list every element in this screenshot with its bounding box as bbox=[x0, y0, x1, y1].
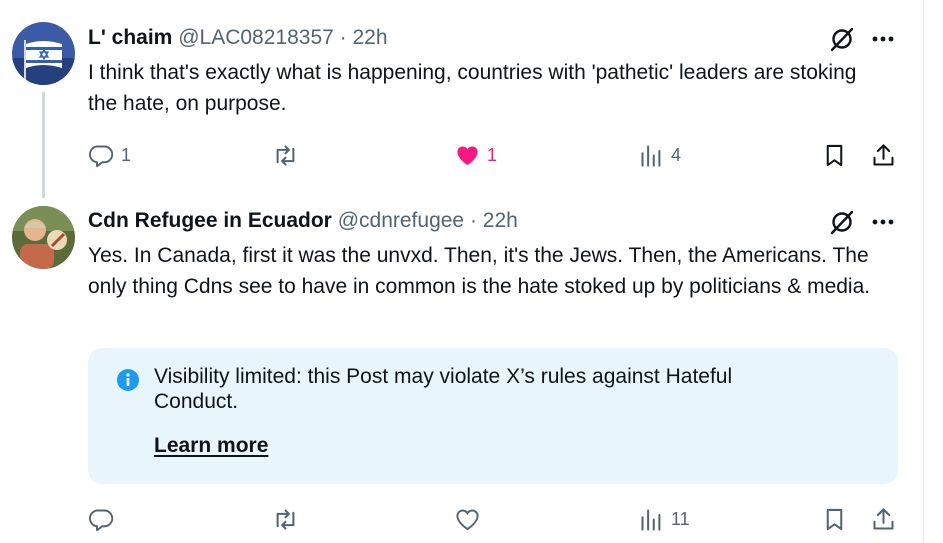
post-text: I think that's exactly what is happening… bbox=[88, 61, 857, 115]
repost-button[interactable] bbox=[272, 139, 305, 171]
notice-text: Visibility limited: this Post may violat… bbox=[154, 365, 733, 413]
display-name[interactable]: L' chaim bbox=[88, 26, 172, 49]
info-icon bbox=[117, 369, 139, 391]
share-icon bbox=[873, 507, 894, 530]
timestamp[interactable]: 22h bbox=[483, 209, 518, 232]
bookmark-button[interactable] bbox=[821, 139, 848, 171]
handle[interactable]: @cdnrefugee bbox=[338, 209, 464, 232]
timestamp[interactable]: 22h bbox=[353, 26, 388, 49]
avatar[interactable] bbox=[12, 22, 75, 85]
like-button[interactable] bbox=[454, 503, 487, 535]
reply-button[interactable]: 1 bbox=[88, 139, 131, 171]
bookmark-icon bbox=[826, 144, 843, 166]
bookmark-icon bbox=[826, 508, 843, 530]
visibility-notice: Visibility limited: this Post may violat… bbox=[88, 348, 898, 484]
display-name[interactable]: Cdn Refugee in Ecuador bbox=[88, 209, 332, 232]
action-bar: 11 bbox=[88, 503, 908, 535]
thread-line bbox=[42, 92, 45, 198]
views-button[interactable]: 11 bbox=[638, 503, 690, 535]
reply-button[interactable] bbox=[88, 503, 121, 535]
separator: · bbox=[339, 26, 347, 49]
reply-count: 1 bbox=[121, 144, 132, 165]
view-count: 11 bbox=[671, 508, 690, 529]
post-text: Yes. In Canada, first it was the unvxd. … bbox=[88, 244, 871, 298]
separator: · bbox=[469, 209, 477, 232]
repost-button[interactable] bbox=[272, 503, 305, 535]
grok-icon[interactable] bbox=[828, 208, 856, 236]
heart-icon bbox=[456, 509, 479, 530]
more-icon[interactable] bbox=[868, 25, 898, 53]
share-icon bbox=[873, 143, 894, 166]
reply-icon bbox=[88, 145, 114, 167]
column-border bbox=[923, 0, 924, 543]
more-icon[interactable] bbox=[868, 208, 898, 236]
views-icon bbox=[641, 144, 661, 167]
post-header: Cdn Refugee in Ecuador @cdnrefugee · 22h bbox=[88, 207, 518, 235]
learn-more-link[interactable]: Learn more bbox=[154, 434, 268, 458]
share-button[interactable] bbox=[870, 139, 897, 171]
repost-icon bbox=[276, 144, 295, 166]
heart-icon bbox=[457, 146, 478, 165]
bookmark-button[interactable] bbox=[821, 503, 848, 535]
avatar[interactable] bbox=[12, 206, 75, 269]
grok-icon[interactable] bbox=[828, 25, 856, 53]
like-button[interactable]: 1 bbox=[454, 139, 497, 171]
post-1[interactable]: L' chaim @LAC08218357 · 22h I think that… bbox=[0, 0, 923, 198]
views-button[interactable]: 4 bbox=[638, 139, 681, 171]
handle[interactable]: @LAC08218357 bbox=[178, 26, 334, 49]
share-button[interactable] bbox=[870, 503, 897, 535]
action-bar: 1 1 4 bbox=[88, 139, 908, 171]
views-icon bbox=[641, 508, 661, 531]
like-count: 1 bbox=[487, 144, 498, 165]
view-count: 4 bbox=[671, 144, 682, 165]
repost-icon bbox=[276, 508, 295, 530]
post-header: L' chaim @LAC08218357 · 22h bbox=[88, 24, 388, 52]
reply-icon bbox=[88, 509, 114, 531]
